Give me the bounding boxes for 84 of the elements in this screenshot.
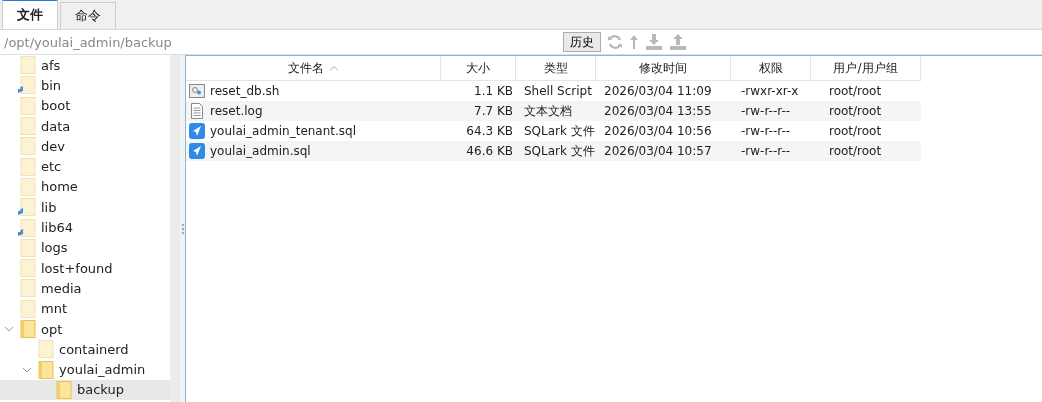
folder-icon [18,137,36,156]
tree-item[interactable]: media [0,278,170,299]
column-header[interactable]: 用户/用户组 [811,56,921,81]
column-header[interactable]: 大小 [441,56,516,81]
table-cell-text: -rwxr-xr-x [740,83,800,100]
tree-item[interactable]: data [0,115,170,137]
script-file-icon [189,83,205,99]
table-cell-text: -rw-r--r-- [740,103,792,120]
column-label: 修改时间 [639,59,687,77]
folder-shortcut-icon [18,198,36,217]
tree-item[interactable]: logs [0,237,170,258]
tree-item[interactable]: youlai_admin [0,359,170,380]
tree-item[interactable]: lib64 [0,217,170,238]
paper-plane-icon [189,123,205,139]
folder-shortcut-icon [18,76,36,95]
column-label: 权限 [758,59,783,77]
folder-icon [18,56,36,75]
tree-item[interactable]: lib [0,197,170,218]
column-header[interactable]: 权限 [731,56,811,81]
tree-item[interactable]: mnt [0,298,170,319]
refresh-icon[interactable] [607,34,623,50]
table-cell-text: root/root [828,143,883,160]
tree-item[interactable]: etc [0,156,170,177]
table-cell-text: Shell Script [523,83,593,100]
table-cell: youlai_admin.sql [186,141,441,161]
up-arrow-icon[interactable] [629,34,639,50]
path-field[interactable]: /opt/youlai_admin/backup [0,34,556,50]
tree-item[interactable]: afs [0,55,170,76]
table-cell-text: SQLark 文件 [523,122,596,140]
table-cell-text: 2026/03/04 13:55 [603,103,713,120]
folder-icon [36,360,54,379]
chevron-icon[interactable] [4,326,14,332]
column-label: 文件名 [287,59,324,77]
tree-item[interactable]: dev [0,136,170,157]
chevron-icon[interactable] [22,366,32,373]
folder-icon [18,320,36,338]
folder-icon [18,259,36,278]
table-cell: reset.log [186,101,441,121]
history-button[interactable]: 历史 [563,32,601,52]
download-icon[interactable] [645,34,663,50]
folder-icon [18,238,36,257]
column-label: 大小 [466,59,490,77]
folder-shortcut-icon [18,218,36,237]
table-cell-text: 2026/03/04 11:09 [603,83,713,100]
folder-icon [54,380,72,399]
table-cell-text: -rw-r--r-- [740,143,792,160]
table-cell-text: 1.1 KB [473,83,514,100]
table-cell-text: 64.3 KB [465,123,514,140]
tree-item[interactable]: opt [0,318,170,340]
tree-item[interactable]: backup [0,379,170,401]
table-cell-text: -rw-r--r-- [740,123,792,140]
table-cell-text: 2026/03/04 10:57 [603,143,713,160]
folder-icon [18,299,36,318]
tree-item[interactable]: home [0,176,170,198]
table-cell-text: root/root [828,123,883,140]
table-cell-text: 46.6 KB [465,143,514,160]
splitter-handle-icon[interactable] [180,222,185,235]
table-cell-text: SQLark 文件 [523,142,596,160]
table-cell-text: 7.7 KB [473,103,514,120]
column-header[interactable]: 修改时间 [596,56,731,81]
tab[interactable]: 命令 [60,2,116,29]
folder-icon [36,340,54,359]
tree-item[interactable]: lost+found [0,257,170,279]
folder-icon [18,117,36,136]
column-header[interactable]: 文件名 [186,56,441,81]
tree-item[interactable]: containerd [0,339,170,360]
scrollbar[interactable] [170,55,180,402]
column-label: 用户/用户组 [833,59,898,77]
folder-icon [18,177,36,196]
folder-icon [18,157,36,176]
table-cell-text: root/root [828,103,883,120]
table-cell-text: 文本文档 [523,102,573,120]
tree-item[interactable]: bin [0,75,170,96]
table-cell: youlai_admin_tenant.sql [186,121,441,141]
folder-icon [18,96,36,115]
column-label: 类型 [543,59,568,77]
table-cell: reset_db.sh [186,81,441,101]
folder-icon [18,279,36,298]
table-cell-text: 2026/03/04 10:56 [603,123,713,140]
tree-item[interactable]: boot [0,95,170,116]
table-cell-text: root/root [828,83,883,100]
tab[interactable]: 文件 [2,0,58,29]
upload-icon[interactable] [669,34,687,50]
column-header[interactable]: 类型 [516,56,596,81]
